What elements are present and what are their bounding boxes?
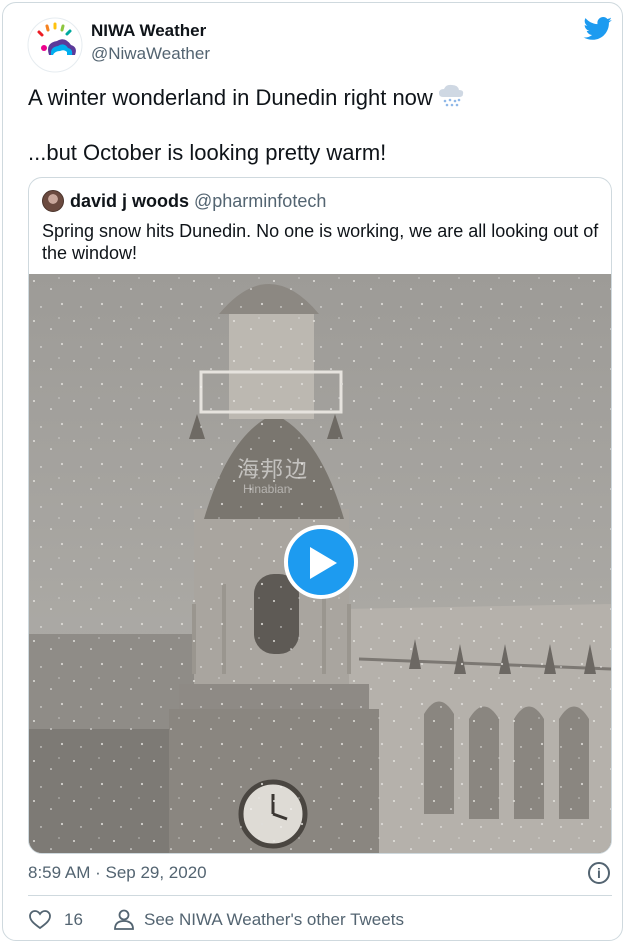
heart-icon[interactable]	[28, 908, 52, 932]
quoted-author-handle[interactable]: @pharminfotech	[194, 191, 326, 212]
tweet-text-line2: ...but October is looking pretty warm!	[28, 140, 387, 165]
play-icon	[310, 547, 337, 579]
video-thumbnail[interactable]: 海邦边 Hinabian	[29, 274, 611, 853]
quoted-author-avatar[interactable]	[42, 190, 64, 212]
quoted-author-name[interactable]: david j woods	[70, 191, 189, 212]
play-button[interactable]	[284, 525, 358, 599]
quoted-tweet-text: Spring snow hits Dunedin. No one is work…	[42, 221, 599, 263]
twitter-bird-icon[interactable]	[583, 17, 613, 41]
author-name[interactable]: NIWA Weather	[91, 21, 206, 41]
tweet-card: NIWA Weather @NiwaWeather A winter wonde…	[2, 2, 623, 941]
see-other-tweets-link[interactable]: See NIWA Weather's other Tweets	[144, 910, 404, 930]
niwa-logo-avatar[interactable]	[27, 17, 83, 73]
tweet-text-line1: A winter wonderland in Dunedin right now	[28, 83, 465, 111]
info-icon[interactable]: i	[588, 862, 610, 884]
divider	[28, 895, 612, 896]
media-watermark: 海邦边	[237, 457, 310, 482]
like-count: 16	[64, 910, 83, 929]
tweet-text-line1-content: A winter wonderland in Dunedin right now	[28, 85, 433, 110]
person-icon[interactable]	[113, 908, 135, 932]
quoted-tweet[interactable]: david j woods @pharminfotech Spring snow…	[28, 177, 612, 854]
cloud-with-snow-icon	[438, 84, 463, 107]
author-handle[interactable]: @NiwaWeather	[91, 44, 210, 64]
media-watermark-sub: Hinabian	[243, 482, 291, 496]
tweet-timestamp[interactable]: 8:59 AM · Sep 29, 2020	[28, 863, 207, 883]
